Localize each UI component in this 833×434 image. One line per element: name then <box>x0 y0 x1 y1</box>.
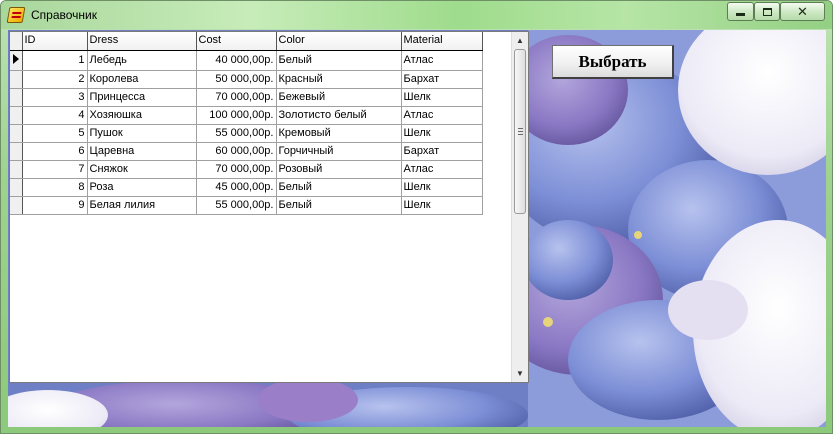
cell-dress[interactable]: Королева <box>87 70 197 89</box>
column-header-color[interactable]: Color <box>276 32 402 51</box>
close-icon: ✕ <box>797 4 808 19</box>
grid-body: ID Dress Cost Color Material 1 Лебедь 40… <box>10 32 513 382</box>
table-row[interactable]: 9 Белая лилия 55 000,00р. Белый Шелк <box>10 196 483 215</box>
window-title: Справочник <box>31 8 97 22</box>
cell-dress[interactable]: Сняжок <box>87 160 197 179</box>
row-indicator[interactable] <box>10 124 23 143</box>
cell-id[interactable]: 2 <box>22 70 88 89</box>
cell-dress[interactable]: Царевна <box>87 142 197 161</box>
cell-id[interactable]: 9 <box>22 196 88 215</box>
column-header-material[interactable]: Material <box>401 32 483 51</box>
close-button[interactable]: ✕ <box>780 2 825 21</box>
row-indicator[interactable] <box>10 178 23 197</box>
cell-color[interactable]: Белый <box>276 196 402 215</box>
row-indicator[interactable] <box>10 88 23 107</box>
maximize-button[interactable] <box>754 2 780 21</box>
cell-material[interactable]: Шелк <box>401 196 483 215</box>
table-row[interactable]: 8 Роза 45 000,00р. Белый Шелк <box>10 178 483 197</box>
scroll-up-button[interactable]: ▲ <box>512 32 528 49</box>
cell-cost[interactable]: 70 000,00р. <box>196 88 277 107</box>
select-button[interactable]: Выбрать <box>552 45 674 79</box>
client-area: ID Dress Cost Color Material 1 Лебедь 40… <box>8 30 826 427</box>
grid-header-row: ID Dress Cost Color Material <box>10 32 483 51</box>
cell-material[interactable]: Бархат <box>401 142 483 161</box>
cell-material[interactable]: Шелк <box>401 124 483 143</box>
table-row[interactable]: 4 Хозяюшка 100 000,00р. Золотисто белый … <box>10 106 483 125</box>
table-row[interactable]: 2 Королева 50 000,00р. Красный Бархат <box>10 70 483 89</box>
cell-cost[interactable]: 55 000,00р. <box>196 124 277 143</box>
cell-cost[interactable]: 40 000,00р. <box>196 50 277 71</box>
table-row[interactable]: 5 Пушок 55 000,00р. Кремовый Шелк <box>10 124 483 143</box>
cell-cost[interactable]: 55 000,00р. <box>196 196 277 215</box>
row-pointer-icon <box>13 53 19 64</box>
cell-material[interactable]: Бархат <box>401 70 483 89</box>
cell-material[interactable]: Атлас <box>401 160 483 179</box>
cell-material[interactable]: Шелк <box>401 88 483 107</box>
cell-dress[interactable]: Белая лилия <box>87 196 197 215</box>
cell-material[interactable]: Шелк <box>401 178 483 197</box>
cell-dress[interactable]: Лебедь <box>87 50 197 71</box>
column-header-dress[interactable]: Dress <box>87 32 197 51</box>
column-header-id[interactable]: ID <box>22 32 88 51</box>
table-row[interactable]: 1 Лебедь 40 000,00р. Белый Атлас <box>10 50 483 71</box>
scroll-thumb[interactable] <box>514 49 526 214</box>
cell-id[interactable]: 6 <box>22 142 88 161</box>
cell-dress[interactable]: Пушок <box>87 124 197 143</box>
minimize-icon <box>736 13 745 16</box>
row-indicator[interactable] <box>10 50 23 71</box>
cell-material[interactable]: Атлас <box>401 106 483 125</box>
cell-color[interactable]: Розовый <box>276 160 402 179</box>
scroll-down-icon: ▼ <box>516 369 524 378</box>
data-grid[interactable]: ID Dress Cost Color Material 1 Лебедь 40… <box>9 31 529 383</box>
cell-color[interactable]: Белый <box>276 178 402 197</box>
row-indicator[interactable] <box>10 70 23 89</box>
cell-dress[interactable]: Роза <box>87 178 197 197</box>
cell-id[interactable]: 4 <box>22 106 88 125</box>
cell-material[interactable]: Атлас <box>401 50 483 71</box>
scroll-up-icon: ▲ <box>516 36 524 45</box>
window: Справочник ✕ ID Dress Cost Color Materia… <box>0 0 833 434</box>
vertical-scrollbar[interactable]: ▲ ▼ <box>511 32 528 382</box>
cell-cost[interactable]: 60 000,00р. <box>196 142 277 161</box>
cell-cost[interactable]: 70 000,00р. <box>196 160 277 179</box>
header-indicator-cell <box>10 32 23 51</box>
app-icon <box>6 7 26 23</box>
cell-color[interactable]: Бежевый <box>276 88 402 107</box>
minimize-button[interactable] <box>727 2 754 21</box>
cell-id[interactable]: 1 <box>22 50 88 71</box>
table-row[interactable]: 3 Принцесса 70 000,00р. Бежевый Шелк <box>10 88 483 107</box>
grip-icon <box>518 128 523 135</box>
cell-cost[interactable]: 100 000,00р. <box>196 106 277 125</box>
column-header-cost[interactable]: Cost <box>196 32 277 51</box>
table-row[interactable]: 7 Сняжок 70 000,00р. Розовый Атлас <box>10 160 483 179</box>
title-bar[interactable]: Справочник ✕ <box>1 1 832 29</box>
scroll-down-button[interactable]: ▼ <box>512 365 528 382</box>
maximize-icon <box>762 7 772 16</box>
cell-color[interactable]: Кремовый <box>276 124 402 143</box>
row-indicator[interactable] <box>10 106 23 125</box>
cell-id[interactable]: 8 <box>22 178 88 197</box>
row-indicator[interactable] <box>10 160 23 179</box>
cell-dress[interactable]: Принцесса <box>87 88 197 107</box>
row-indicator[interactable] <box>10 142 23 161</box>
cell-color[interactable]: Белый <box>276 50 402 71</box>
cell-dress[interactable]: Хозяюшка <box>87 106 197 125</box>
cell-color[interactable]: Золотисто белый <box>276 106 402 125</box>
row-indicator[interactable] <box>10 196 23 215</box>
grid-table: ID Dress Cost Color Material 1 Лебедь 40… <box>10 32 483 215</box>
cell-id[interactable]: 7 <box>22 160 88 179</box>
cell-color[interactable]: Красный <box>276 70 402 89</box>
cell-color[interactable]: Горчичный <box>276 142 402 161</box>
table-row[interactable]: 6 Царевна 60 000,00р. Горчичный Бархат <box>10 142 483 161</box>
cell-cost[interactable]: 45 000,00р. <box>196 178 277 197</box>
cell-id[interactable]: 5 <box>22 124 88 143</box>
cell-cost[interactable]: 50 000,00р. <box>196 70 277 89</box>
cell-id[interactable]: 3 <box>22 88 88 107</box>
